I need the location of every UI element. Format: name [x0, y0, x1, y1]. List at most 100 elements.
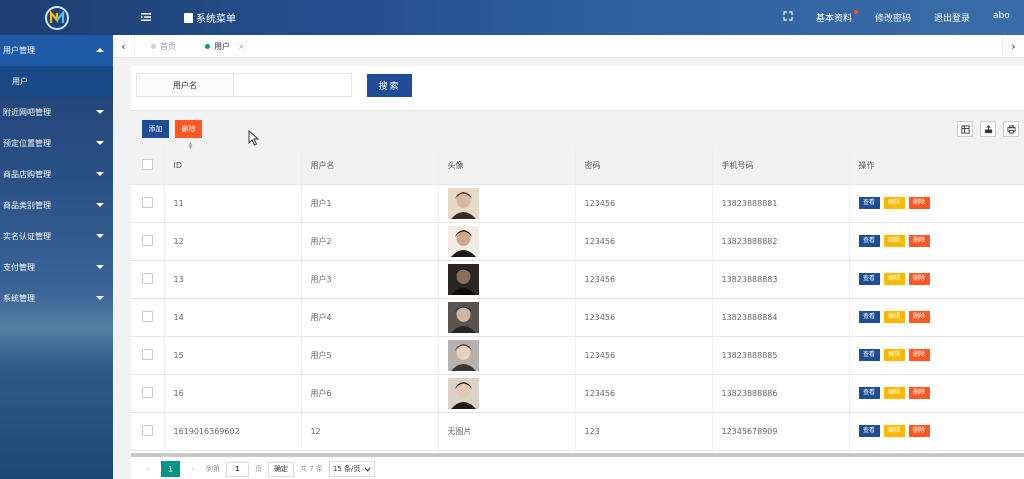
logout-link[interactable]: 退出登录	[934, 11, 970, 24]
view-button[interactable]: 查看	[858, 387, 880, 399]
row-delete-button[interactable]: 删除	[908, 273, 930, 285]
close-icon[interactable]: ×	[238, 42, 245, 51]
export-icon[interactable]	[980, 121, 996, 137]
column-id[interactable]: ID ▲ ▼	[164, 142, 302, 185]
sidebar-item-user-management[interactable]: 用户管理	[0, 35, 113, 66]
view-button[interactable]: 查看	[858, 425, 880, 437]
row-checkbox[interactable]	[141, 348, 153, 360]
table-body: 11 用户1 123456 13823888881 查看 编辑 删除 12 用户2 123456 1…	[131, 184, 1024, 451]
row-delete-button[interactable]: 删除	[908, 197, 930, 209]
page-size-select[interactable]: 15 条/页	[328, 461, 376, 477]
sidebar-item-payment[interactable]: 支付管理	[0, 252, 113, 283]
row-select-cell[interactable]	[131, 298, 165, 337]
view-button[interactable]: 查看	[858, 235, 880, 247]
delete-button[interactable]: 删除	[175, 120, 202, 138]
tabs-prev-icon[interactable]: ‹	[113, 35, 135, 58]
columns-filter-icon[interactable]	[957, 121, 973, 137]
table-row[interactable]: 12 用户2 123456 13823888882 查看 编辑 删除	[131, 222, 1024, 261]
print-icon[interactable]	[1003, 121, 1019, 137]
row-select-cell[interactable]	[131, 222, 165, 261]
edit-button[interactable]: 编辑	[883, 387, 905, 399]
row-checkbox[interactable]	[141, 234, 153, 246]
avatar	[447, 187, 479, 219]
username-label[interactable]: abo	[993, 11, 1010, 21]
goto-page-input[interactable]	[226, 461, 249, 477]
cell-actions: 查看 编辑 删除	[849, 412, 1024, 451]
row-delete-button[interactable]: 删除	[908, 425, 930, 437]
table-row[interactable]: 13 用户3 123456 13823888883 查看 编辑 删除	[131, 260, 1024, 299]
table-row[interactable]: 11 用户1 123456 13823888881 查看 编辑 删除	[131, 184, 1024, 223]
row-select-cell[interactable]	[131, 412, 165, 451]
cell-id: 11	[164, 184, 302, 223]
row-checkbox[interactable]	[141, 386, 153, 398]
edit-button[interactable]: 编辑	[883, 349, 905, 361]
fullscreen-icon[interactable]	[783, 11, 793, 24]
chevron-down-icon	[96, 110, 104, 114]
tabs-next-icon[interactable]: ›	[1002, 35, 1024, 58]
sort-icon[interactable]: ▲ ▼	[189, 142, 193, 151]
add-button[interactable]: 添加	[142, 120, 169, 138]
edit-button[interactable]: 编辑	[883, 197, 905, 209]
profile-link[interactable]: 基本资料	[816, 10, 859, 24]
row-select-cell[interactable]	[131, 374, 165, 413]
main-area: 用户名 搜索 添加 删除 ID ▲ ▼ 用户名 头像 密码 手机号码 操作 11…	[113, 58, 1024, 479]
table-row[interactable]: 15 用户5 123456 13823888885 查看 编辑 删除	[131, 336, 1024, 375]
row-delete-button[interactable]: 删除	[908, 349, 930, 361]
sidebar-item-store-purchase[interactable]: 商品店购管理	[0, 159, 113, 190]
cell-actions: 查看 编辑 删除	[849, 222, 1024, 261]
search-input[interactable]	[234, 73, 352, 97]
row-delete-button[interactable]: 删除	[908, 311, 930, 323]
avatar	[447, 225, 479, 257]
edit-button[interactable]: 编辑	[883, 273, 905, 285]
sidebar-item-reservation[interactable]: 预定位置管理	[0, 128, 113, 159]
logo[interactable]	[0, 0, 113, 35]
horizontal-scrollbar[interactable]	[131, 453, 1024, 457]
row-delete-button[interactable]: 删除	[908, 235, 930, 247]
sidebar-item-system[interactable]: 系统管理	[0, 283, 113, 314]
table-row[interactable]: 14 用户4 123456 13823888884 查看 编辑 删除	[131, 298, 1024, 337]
view-button[interactable]: 查看	[858, 273, 880, 285]
search-button[interactable]: 搜索	[367, 74, 412, 97]
header-title[interactable]: 系统菜单	[184, 10, 236, 25]
tab-users[interactable]: 用户 ×	[205, 35, 245, 58]
sidebar-item-category[interactable]: 商品类别管理	[0, 190, 113, 221]
table-row[interactable]: 16 用户6 123456 13823888886 查看 编辑 删除	[131, 374, 1024, 413]
sidebar-item-realname[interactable]: 实名认证管理	[0, 221, 113, 252]
sidebar-subitem-users[interactable]: 用户	[0, 66, 113, 97]
column-username: 用户名	[301, 148, 439, 185]
row-select-cell[interactable]	[131, 184, 165, 223]
row-checkbox[interactable]	[141, 196, 153, 208]
change-password-link[interactable]: 修改密码	[875, 11, 911, 24]
tab-dot-icon	[151, 44, 156, 49]
edit-button[interactable]: 编辑	[883, 425, 905, 437]
edit-button[interactable]: 编辑	[883, 311, 905, 323]
view-button[interactable]: 查看	[858, 349, 880, 361]
pagination: ‹ 1 › 到第 页 确定 共 7 条 15 条/页	[131, 458, 1024, 479]
row-checkbox[interactable]	[141, 272, 153, 284]
sidebar-item-internet-cafe[interactable]: 附近网吧管理	[0, 97, 113, 128]
select-all-cell[interactable]	[131, 148, 165, 185]
cell-avatar	[438, 184, 576, 223]
current-page[interactable]: 1	[161, 461, 180, 477]
edit-button[interactable]: 编辑	[883, 235, 905, 247]
column-avatar: 头像	[438, 148, 576, 185]
chevron-up-icon	[96, 48, 104, 52]
tab-home[interactable]: 首页	[151, 35, 176, 58]
tab-dot-icon	[205, 44, 210, 49]
row-select-cell[interactable]	[131, 336, 165, 375]
menu-toggle-icon[interactable]	[140, 11, 152, 23]
view-button[interactable]: 查看	[858, 311, 880, 323]
cell-id: 14	[164, 298, 302, 337]
select-all-checkbox[interactable]	[141, 159, 153, 171]
cell-phone: 13823888885	[712, 336, 850, 375]
next-page-icon[interactable]: ›	[186, 464, 200, 475]
goto-confirm-button[interactable]: 确定	[268, 461, 294, 477]
cell-password: 123456	[575, 374, 713, 413]
row-delete-button[interactable]: 删除	[908, 387, 930, 399]
table-row[interactable]: 1619016369602 12 无图片 123 12345678909 查看 编辑 删除	[131, 412, 1024, 451]
prev-page-icon[interactable]: ‹	[141, 464, 155, 475]
row-checkbox[interactable]	[141, 424, 153, 436]
view-button[interactable]: 查看	[858, 197, 880, 209]
row-select-cell[interactable]	[131, 260, 165, 299]
row-checkbox[interactable]	[141, 310, 153, 322]
